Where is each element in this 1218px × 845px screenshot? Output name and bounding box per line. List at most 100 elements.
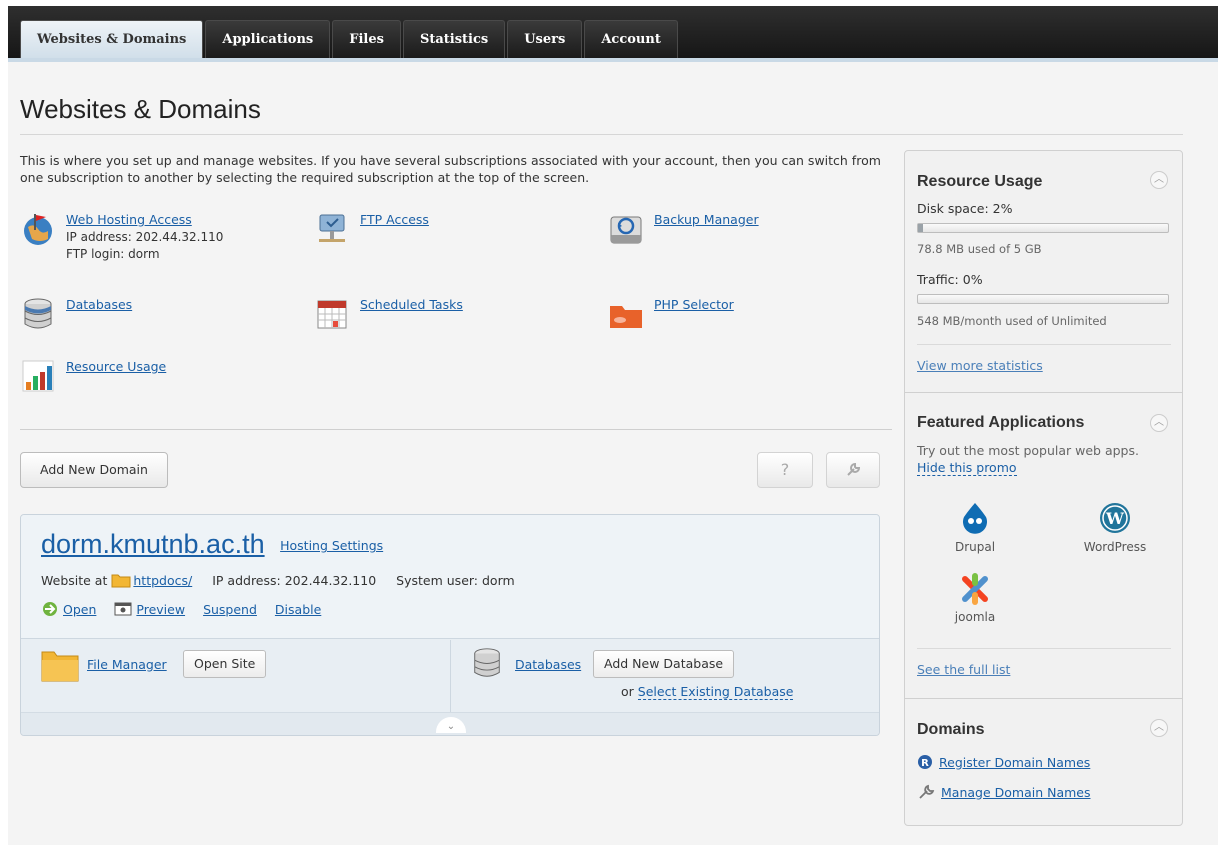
select-existing-database-link[interactable]: Select Existing Database <box>637 684 794 700</box>
expand-chevron-icon[interactable]: ⌄ <box>436 717 466 733</box>
or-label: or <box>621 684 634 699</box>
tab-users[interactable]: Users <box>507 20 583 58</box>
open-site-button[interactable]: Open Site <box>183 650 267 678</box>
ftp-login-text: FTP login: dorm <box>66 247 160 261</box>
disk-space-fill <box>918 224 923 232</box>
settings-button[interactable] <box>826 452 880 488</box>
manage-domain-row: Manage Domain Names <box>917 784 1091 800</box>
backup-manager-link[interactable]: Backup Manager <box>654 212 759 227</box>
tab-applications[interactable]: Applications <box>205 20 331 58</box>
svg-text:R: R <box>921 758 929 769</box>
nav-stripe <box>8 58 1218 62</box>
featured-divider <box>917 648 1171 649</box>
domain-card-header: dorm.kmutnb.ac.th Hosting Settings Websi… <box>21 515 879 639</box>
sidebar: Resource Usage ︿ Disk space: 2% 78.8 MB … <box>904 150 1183 826</box>
collapse-featured-icon[interactable]: ︿ <box>1150 414 1168 432</box>
sidebar-section-divider <box>905 392 1182 393</box>
drupal-icon <box>963 503 987 534</box>
manage-domain-names-link[interactable]: Manage Domain Names <box>941 785 1091 800</box>
open-link[interactable]: Open <box>63 602 96 617</box>
register-domain-names-link[interactable]: Register Domain Names <box>939 755 1090 770</box>
add-new-domain-button[interactable]: Add New Domain <box>20 452 168 488</box>
card-column-divider <box>450 640 451 712</box>
app-wordpress[interactable]: W WordPress <box>1075 501 1155 554</box>
joomla-label: joomla <box>954 610 996 624</box>
tab-websites-domains[interactable]: Websites & Domains <box>20 20 204 58</box>
disk-space-label: Disk space: 2% <box>917 201 1013 216</box>
domains-title: Domains <box>917 721 985 738</box>
databases-link[interactable]: Databases <box>66 297 132 312</box>
tool-scheduled-tasks: Scheduled Tasks <box>314 296 463 332</box>
calendar-icon <box>317 300 347 329</box>
add-new-database-button[interactable]: Add New Database <box>593 650 735 678</box>
disk-space-detail: 78.8 MB used of 5 GB <box>917 242 1042 256</box>
intro-text: This is where you set up and manage webs… <box>20 153 881 185</box>
wordpress-label: WordPress <box>1083 540 1147 554</box>
preview-icon <box>114 602 132 616</box>
tool-databases: Databases <box>20 296 132 332</box>
section-divider <box>20 429 892 430</box>
file-manager-link[interactable]: File Manager <box>87 657 167 672</box>
help-button[interactable]: ? <box>757 452 813 488</box>
sidebar-section-divider-2 <box>905 698 1182 699</box>
register-domain-row: R Register Domain Names <box>917 754 1090 770</box>
tool-php-selector: PHP Selector <box>608 296 734 332</box>
hide-promo-link[interactable]: Hide this promo <box>917 460 1017 476</box>
folder-icon <box>111 574 131 588</box>
preview-link[interactable]: Preview <box>136 602 185 617</box>
hosting-settings-link[interactable]: Hosting Settings <box>280 538 383 553</box>
ftp-access-link[interactable]: FTP Access <box>360 212 429 227</box>
wrench-icon <box>847 462 861 476</box>
wordpress-icon: W <box>1100 503 1130 533</box>
page: Websites & Domains Applications Files St… <box>8 6 1218 845</box>
main-tabs: Websites & Domains Applications Files St… <box>20 20 680 58</box>
resource-divider <box>917 344 1171 345</box>
drupal-label: Drupal <box>954 540 996 554</box>
website-at-label: Website at <box>41 572 108 588</box>
domain-name-text[interactable]: dorm.kmutnb.ac.th <box>41 529 265 559</box>
database-icon <box>24 298 52 329</box>
backup-icon <box>610 216 642 244</box>
registered-icon: R <box>918 755 932 769</box>
domain-info-row: Website at httpdocs/ IP address: 202.44.… <box>41 572 515 588</box>
collapse-resource-icon[interactable]: ︿ <box>1150 171 1168 189</box>
traffic-detail: 548 MB/month used of Unlimited <box>917 314 1107 328</box>
bar-chart-icon <box>22 360 54 392</box>
disable-link[interactable]: Disable <box>275 602 321 617</box>
ftp-icon <box>319 214 345 242</box>
domain-actions-row: Open Preview Suspend Disable <box>41 601 321 617</box>
tab-files[interactable]: Files <box>332 20 401 58</box>
svg-text:W: W <box>1105 509 1125 528</box>
select-db-row: or Select Existing Database <box>621 684 794 700</box>
title-divider <box>20 134 1183 135</box>
domain-card: dorm.kmutnb.ac.th Hosting Settings Websi… <box>20 514 880 736</box>
traffic-label: Traffic: 0% <box>917 272 983 287</box>
joomla-icon <box>962 573 988 605</box>
web-hosting-access-link[interactable]: Web Hosting Access <box>66 212 192 227</box>
tool-resource-usage: Resource Usage <box>20 358 166 394</box>
httpdocs-link[interactable]: httpdocs/ <box>133 573 192 588</box>
suspend-link[interactable]: Suspend <box>203 602 257 617</box>
tool-backup-manager: Backup Manager <box>608 211 759 247</box>
tab-statistics[interactable]: Statistics <box>402 20 506 58</box>
domain-ip-text: IP address: 202.44.32.110 <box>212 572 377 588</box>
traffic-bar <box>917 294 1169 304</box>
card-databases-link[interactable]: Databases <box>515 657 581 672</box>
php-folder-icon <box>610 306 642 328</box>
tool-ftp-access: FTP Access <box>314 211 429 247</box>
php-selector-link[interactable]: PHP Selector <box>654 297 734 312</box>
open-globe-icon <box>43 602 57 616</box>
view-more-statistics-link[interactable]: View more statistics <box>917 358 1043 373</box>
resource-usage-link[interactable]: Resource Usage <box>66 359 166 374</box>
scheduled-tasks-link[interactable]: Scheduled Tasks <box>360 297 463 312</box>
tab-account[interactable]: Account <box>584 20 678 58</box>
domain-name[interactable]: dorm.kmutnb.ac.th Hosting Settings <box>41 529 383 560</box>
file-manager-folder-icon <box>41 651 79 682</box>
featured-desc: Try out the most popular web apps. <box>917 443 1139 458</box>
app-joomla[interactable]: joomla <box>951 571 999 624</box>
system-user-text: System user: dorm <box>396 572 515 588</box>
app-drupal[interactable]: Drupal <box>951 501 999 554</box>
see-full-list-link[interactable]: See the full list <box>917 662 1010 677</box>
collapse-domains-icon[interactable]: ︿ <box>1150 719 1168 737</box>
featured-applications-title: Featured Applications <box>917 414 1085 431</box>
